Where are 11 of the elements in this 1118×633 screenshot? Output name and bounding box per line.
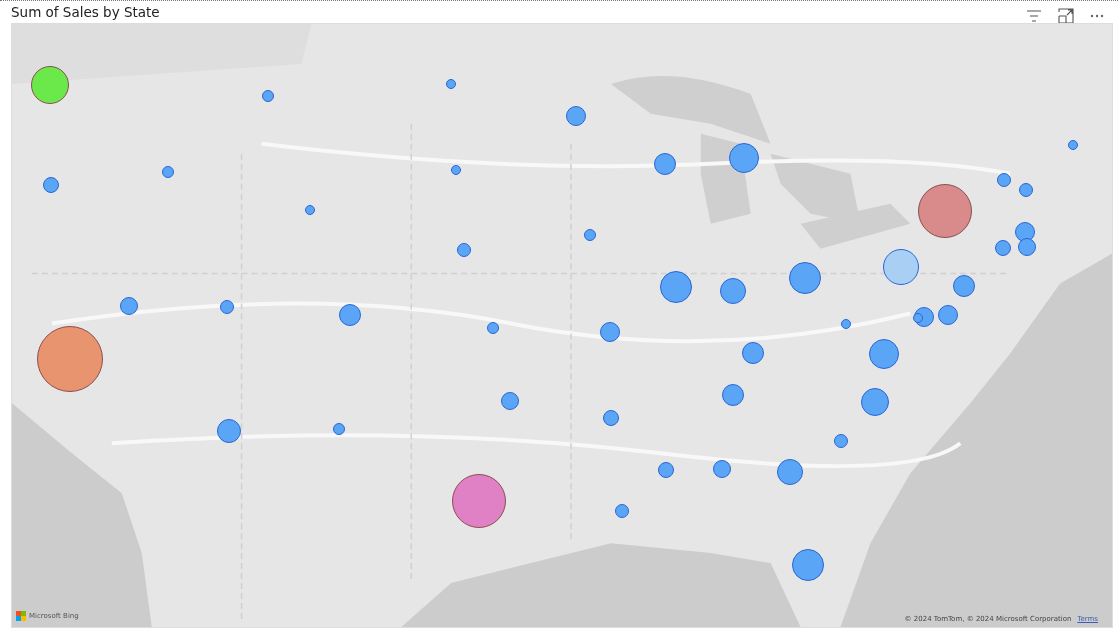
focus-mode-icon[interactable] [1058, 8, 1074, 24]
bubble-marker[interactable] [446, 79, 456, 89]
bubble-marker[interactable] [841, 319, 851, 329]
bubble-marker[interactable] [913, 313, 923, 323]
visual-title: Sum of Sales by State [11, 4, 160, 20]
more-options-icon[interactable] [1090, 14, 1104, 18]
bing-logo-icon [16, 611, 26, 621]
bubble-marker[interactable] [451, 165, 461, 175]
bubble-marker[interactable] [1068, 140, 1078, 150]
bubble-marker[interactable] [305, 205, 315, 215]
filter-icon[interactable] [1026, 10, 1042, 22]
